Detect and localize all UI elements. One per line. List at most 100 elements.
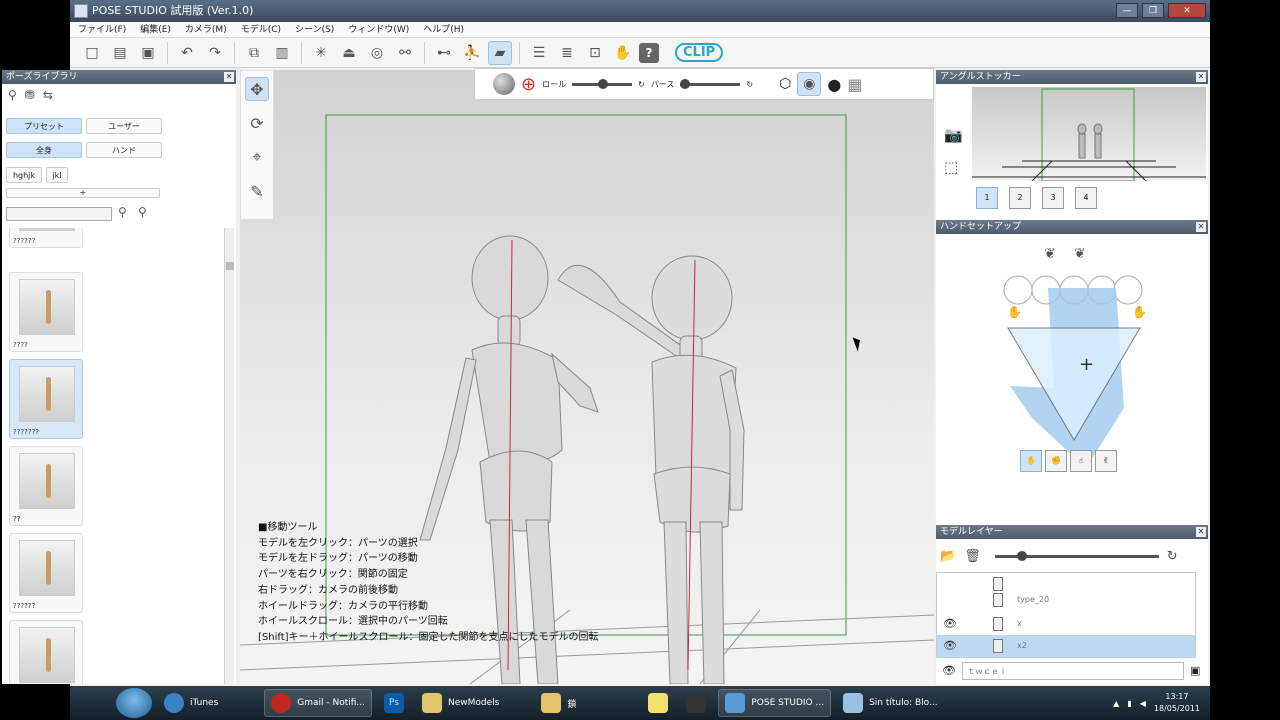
search-person-icon[interactable]: ⚲: [118, 205, 127, 219]
menu-model[interactable]: モデル(C): [241, 22, 281, 37]
layer-name-input[interactable]: [962, 662, 1184, 680]
tray-arrow-icon[interactable]: ▲: [1113, 699, 1119, 708]
close-button[interactable]: ✕: [1168, 3, 1206, 18]
maximize-button[interactable]: ❐: [1142, 3, 1164, 18]
body-icon[interactable]: ⛹: [460, 41, 484, 65]
shading-solid-icon[interactable]: ●: [827, 75, 841, 94]
open-folder-icon[interactable]: ▤: [108, 41, 132, 65]
tag-item[interactable]: jkl: [46, 167, 68, 183]
hand-left-icon[interactable]: ❦: [1044, 246, 1056, 262]
taskbar-item-notes[interactable]: [642, 689, 674, 717]
eye-icon[interactable]: 👁: [943, 639, 957, 652]
taskbar-item-game[interactable]: [680, 689, 712, 717]
tab-preset[interactable]: プリセット: [6, 118, 82, 134]
hand-right-icon[interactable]: ❦: [1074, 246, 1086, 262]
reset-roll-icon[interactable]: ↻: [638, 80, 645, 89]
pose-list-scrollbar[interactable]: [224, 228, 234, 684]
burst-icon[interactable]: ✳: [309, 41, 333, 65]
camera-panel-icon[interactable]: ⊡: [583, 41, 607, 65]
apply-pose-icon[interactable]: ⚲: [8, 88, 17, 104]
tab-full-body[interactable]: 全身: [6, 142, 82, 158]
layer-row[interactable]: 👁 x: [937, 613, 1195, 635]
layers-panel-icon[interactable]: ≣: [555, 41, 579, 65]
redo-icon[interactable]: ↷: [203, 41, 227, 65]
camera-tool-icon[interactable]: ⌖: [245, 145, 269, 169]
menu-help[interactable]: ヘルプ(H): [423, 22, 464, 37]
trash-icon[interactable]: 🗑: [964, 549, 981, 564]
hand-panel-icon[interactable]: ✋: [611, 41, 635, 65]
save-icon[interactable]: ▣: [136, 41, 160, 65]
bone-icon[interactable]: ⊷: [432, 41, 456, 65]
camera-restore-icon[interactable]: ⬚: [944, 158, 964, 178]
clock[interactable]: 13:17 18/05/2011: [1154, 691, 1200, 715]
angle-slot-1[interactable]: 1: [976, 187, 998, 209]
close-icon[interactable]: ✕: [1196, 72, 1206, 82]
menu-window[interactable]: ウィンドウ(W): [348, 22, 409, 37]
hand-preset-point-icon[interactable]: ☝: [1070, 450, 1092, 472]
taskbar-item-opera[interactable]: Gmail - Notifi...: [264, 689, 373, 717]
close-icon[interactable]: ✕: [1196, 222, 1206, 232]
apply-icon[interactable]: ▣: [1190, 664, 1200, 677]
ground-icon[interactable]: ⏏: [337, 41, 361, 65]
hand-setup-area[interactable]: ❦ ❦ ✋ ✋ + ✋ ✊ ☝ ✌: [936, 234, 1208, 524]
mirror-pose-icon[interactable]: ⇆: [43, 88, 53, 104]
taskbar-item-photoshop[interactable]: Ps: [378, 689, 410, 717]
tag-item[interactable]: hghjk: [6, 167, 42, 183]
menu-scene[interactable]: シーン(S): [295, 22, 334, 37]
pose-thumb[interactable]: ??????: [9, 228, 83, 248]
taskbar-item-folder[interactable]: NewModels: [416, 689, 505, 717]
start-button[interactable]: [116, 688, 152, 718]
tray-volume-icon[interactable]: ◀: [1140, 699, 1146, 708]
angle-slot-2[interactable]: 2: [1009, 187, 1031, 209]
tab-user[interactable]: ユーザー: [86, 118, 162, 134]
filter-person-icon[interactable]: ⚲: [138, 205, 147, 219]
eye-icon[interactable]: 👁: [942, 664, 956, 677]
close-icon[interactable]: ✕: [1196, 527, 1206, 537]
opacity-slider[interactable]: [994, 550, 1159, 561]
camera-capture-icon[interactable]: 📷: [944, 126, 964, 146]
menu-file[interactable]: ファイル(F): [78, 22, 126, 37]
angle-slot-3[interactable]: 3: [1042, 187, 1064, 209]
reset-perspective-icon[interactable]: ↻: [746, 80, 753, 89]
hand-preset-grip-icon[interactable]: ✌: [1095, 450, 1117, 472]
target-icon[interactable]: ◎: [365, 41, 389, 65]
sphere-icon[interactable]: [493, 73, 515, 95]
floor-icon[interactable]: ▰: [488, 40, 512, 65]
eye-icon[interactable]: 👁: [943, 617, 957, 630]
roll-slider-knob[interactable]: [598, 78, 609, 89]
add-tag-button[interactable]: +: [6, 188, 160, 198]
scrollbar-thumb[interactable]: [226, 262, 234, 270]
taskbar-item-itunes[interactable]: iTunes: [158, 689, 224, 717]
perspective-slider[interactable]: [680, 78, 741, 89]
help-icon[interactable]: ?: [639, 42, 659, 63]
pose-thumb[interactable]: ??: [9, 446, 83, 526]
close-icon[interactable]: ✕: [224, 72, 234, 82]
rotate-tool-icon[interactable]: ⟳: [245, 111, 269, 135]
pose-thumb[interactable]: ??????: [9, 533, 83, 613]
taskbar-item-blog[interactable]: Sin título: Blo...: [837, 689, 944, 717]
panel-list-icon[interactable]: ☰: [527, 41, 551, 65]
pose-thumb[interactable]: [9, 620, 83, 684]
new-file-icon[interactable]: □: [80, 41, 104, 65]
pose-search-input[interactable]: [6, 207, 112, 221]
angle-slot-4[interactable]: 4: [1075, 187, 1097, 209]
reset-icon[interactable]: ↻: [1167, 549, 1178, 564]
open-model-icon[interactable]: 📂: [940, 549, 956, 564]
layer-row[interactable]: 👁 x2: [937, 635, 1195, 657]
gizmo-icon[interactable]: ⊕: [521, 74, 536, 95]
menu-camera[interactable]: カメラ(M): [185, 22, 227, 37]
angle-preview[interactable]: [972, 87, 1206, 182]
save-pose-icon[interactable]: ⛃: [25, 88, 35, 104]
undo-icon[interactable]: ↶: [175, 41, 199, 65]
move-tool-icon[interactable]: ✥: [245, 77, 269, 101]
shading-grid-icon[interactable]: ▦: [847, 75, 862, 94]
cube-icon[interactable]: ⬡: [779, 76, 791, 92]
pen-tool-icon[interactable]: ✎: [245, 179, 269, 203]
hand-preset-open-icon[interactable]: ✋: [1020, 450, 1042, 472]
minimize-button[interactable]: —: [1116, 3, 1138, 18]
tab-hand[interactable]: ハンド: [86, 142, 162, 158]
perspective-slider-knob[interactable]: [680, 78, 691, 89]
shading-smooth-icon[interactable]: ◉: [797, 72, 822, 96]
layer-row[interactable]: type_20: [937, 589, 1195, 611]
opacity-slider-knob[interactable]: [1016, 550, 1027, 561]
